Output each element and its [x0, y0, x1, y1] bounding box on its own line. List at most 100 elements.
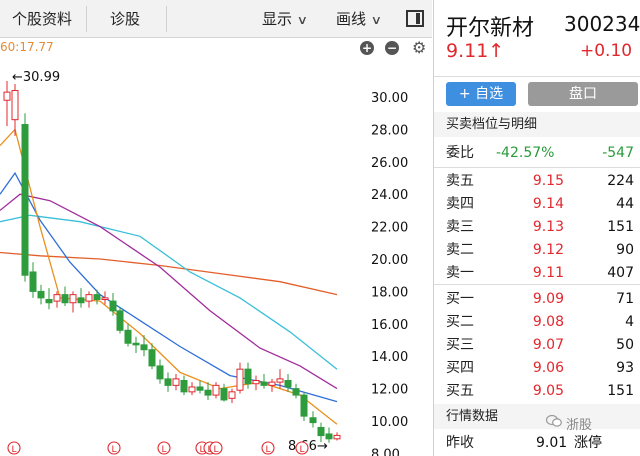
ask-label: 卖一: [446, 265, 474, 281]
candle-down: [196, 386, 204, 391]
candle-up: [69, 294, 77, 304]
top-toolbar: 个股资料 诊股 显示 ∨ 画线 ∨: [0, 0, 432, 38]
ma10-line: [0, 171, 338, 403]
ask-volume: 224: [607, 173, 634, 189]
candle-down: [292, 388, 300, 396]
divider: [434, 167, 640, 168]
candle-down: [116, 310, 124, 331]
ask-price: 9.13: [532, 219, 564, 235]
candle-down: [300, 394, 308, 417]
candle-down: [93, 294, 101, 301]
zoom-in-icon[interactable]: +: [360, 41, 374, 55]
bid-label: 买三: [446, 337, 474, 353]
bid-label: 买四: [446, 360, 474, 376]
ask-label: 卖三: [446, 219, 474, 235]
zoom-out-icon[interactable]: −: [385, 41, 399, 55]
candle-down: [260, 381, 268, 386]
display-menu[interactable]: 显示 ∨: [262, 0, 308, 37]
price-axis-tick: 22.00: [371, 221, 408, 236]
ask-volume: 44: [616, 196, 634, 212]
divider: [434, 76, 640, 77]
draw-menu-label: 画线: [336, 10, 367, 28]
candle-down: [61, 294, 69, 304]
price-axis-tick: 24.00: [371, 188, 408, 203]
price-axis-tick: 8.00: [371, 447, 400, 456]
tab-divider: [86, 6, 87, 32]
candle-down: [164, 378, 172, 386]
candle-down: [180, 380, 188, 393]
candle-up: [3, 91, 11, 101]
ask-row: 卖三 9.13 151: [434, 216, 640, 238]
order-book-title: 买卖档位与明细: [434, 112, 640, 137]
bid-label: 买二: [446, 314, 474, 330]
candle-down: [21, 124, 29, 276]
weibi-label: 委比: [446, 145, 474, 161]
price-axis: 30.00 28.00 26.00 24.00 22.00 20.00 18.00 16.00…: [371, 91, 408, 456]
bid-row: 买四 9.06 93: [434, 357, 640, 379]
ask-label: 卖二: [446, 242, 474, 258]
chat-icon: [546, 415, 562, 427]
bid-label: 买五: [446, 383, 474, 399]
candle-down: [148, 349, 156, 367]
ma30-line: [0, 214, 338, 370]
bid-volume: 71: [616, 291, 634, 307]
bid-label: 买一: [446, 291, 474, 307]
candle-down: [309, 417, 317, 424]
bid-price: 9.05: [532, 383, 564, 399]
bid-volume: 151: [607, 383, 634, 399]
pankou-button[interactable]: 盘口: [528, 82, 638, 106]
display-menu-label: 显示: [262, 10, 293, 28]
candle-down: [45, 299, 53, 304]
candle-up: [252, 380, 260, 385]
ask-volume: 407: [607, 265, 634, 281]
prev-close-row: 昨收 9.01 涨停: [434, 432, 640, 454]
event-marker-label: L: [213, 445, 218, 455]
price-axis-tick: 26.00: [371, 156, 408, 171]
tab-stock-info[interactable]: 个股资料: [12, 0, 72, 37]
candle-down: [132, 342, 140, 346]
bid-price: 9.06: [532, 360, 564, 376]
prev-close-value: 9.01: [536, 435, 568, 451]
bid-price: 9.07: [532, 337, 564, 353]
candle-up: [101, 297, 109, 301]
chevron-down-icon: ∨: [370, 13, 383, 27]
candle-down: [244, 368, 252, 385]
candle-down: [124, 329, 132, 344]
bid-volume: 4: [625, 314, 634, 330]
event-marker-label: L: [299, 445, 304, 455]
price-axis-tick: 16.00: [371, 318, 408, 333]
panel-toggle-icon[interactable]: [406, 10, 424, 27]
tab-diagnose[interactable]: 诊股: [110, 0, 140, 37]
ask-row: 卖二 9.12 90: [434, 239, 640, 261]
candle-up: [333, 434, 341, 440]
candle-up: [268, 381, 276, 386]
divider: [434, 284, 640, 285]
candle-up: [188, 386, 196, 393]
weibi-value: -547: [602, 145, 634, 161]
candle-down: [37, 290, 45, 299]
bid-row: 买二 9.08 4: [434, 311, 640, 333]
candle-down: [77, 297, 85, 304]
price-change: +0.10: [580, 41, 633, 61]
event-marker-label: L: [11, 445, 16, 455]
candle-down: [156, 365, 164, 380]
gear-icon[interactable]: ⚙: [412, 38, 426, 57]
kline-chart[interactable]: 30.00 28.00 26.00 24.00 22.00 20.00 18.00 16.00…: [0, 60, 432, 456]
candle-up: [212, 384, 220, 396]
bid-volume: 93: [616, 360, 634, 376]
ask-label: 卖四: [446, 196, 474, 212]
bid-volume: 50: [616, 337, 634, 353]
add-watchlist-button[interactable]: + 自选: [446, 82, 516, 106]
ask-volume: 90: [616, 242, 634, 258]
bid-price: 9.08: [532, 314, 564, 330]
prev-close-label: 昨收: [446, 435, 474, 451]
candle-up: [172, 378, 180, 386]
event-markers: LLLLLLLL: [7, 441, 309, 455]
candle-up: [236, 368, 244, 391]
candle-down: [220, 388, 228, 401]
stock-name: 开尔新材: [446, 16, 535, 41]
ask-volume: 151: [607, 219, 634, 235]
draw-menu[interactable]: 画线 ∨: [336, 0, 383, 37]
ask-price: 9.12: [532, 242, 564, 258]
quote-panel: 开尔新材 300234 9.11↑ +0.10 + 自选 盘口 买卖档位与明细 …: [434, 0, 640, 456]
